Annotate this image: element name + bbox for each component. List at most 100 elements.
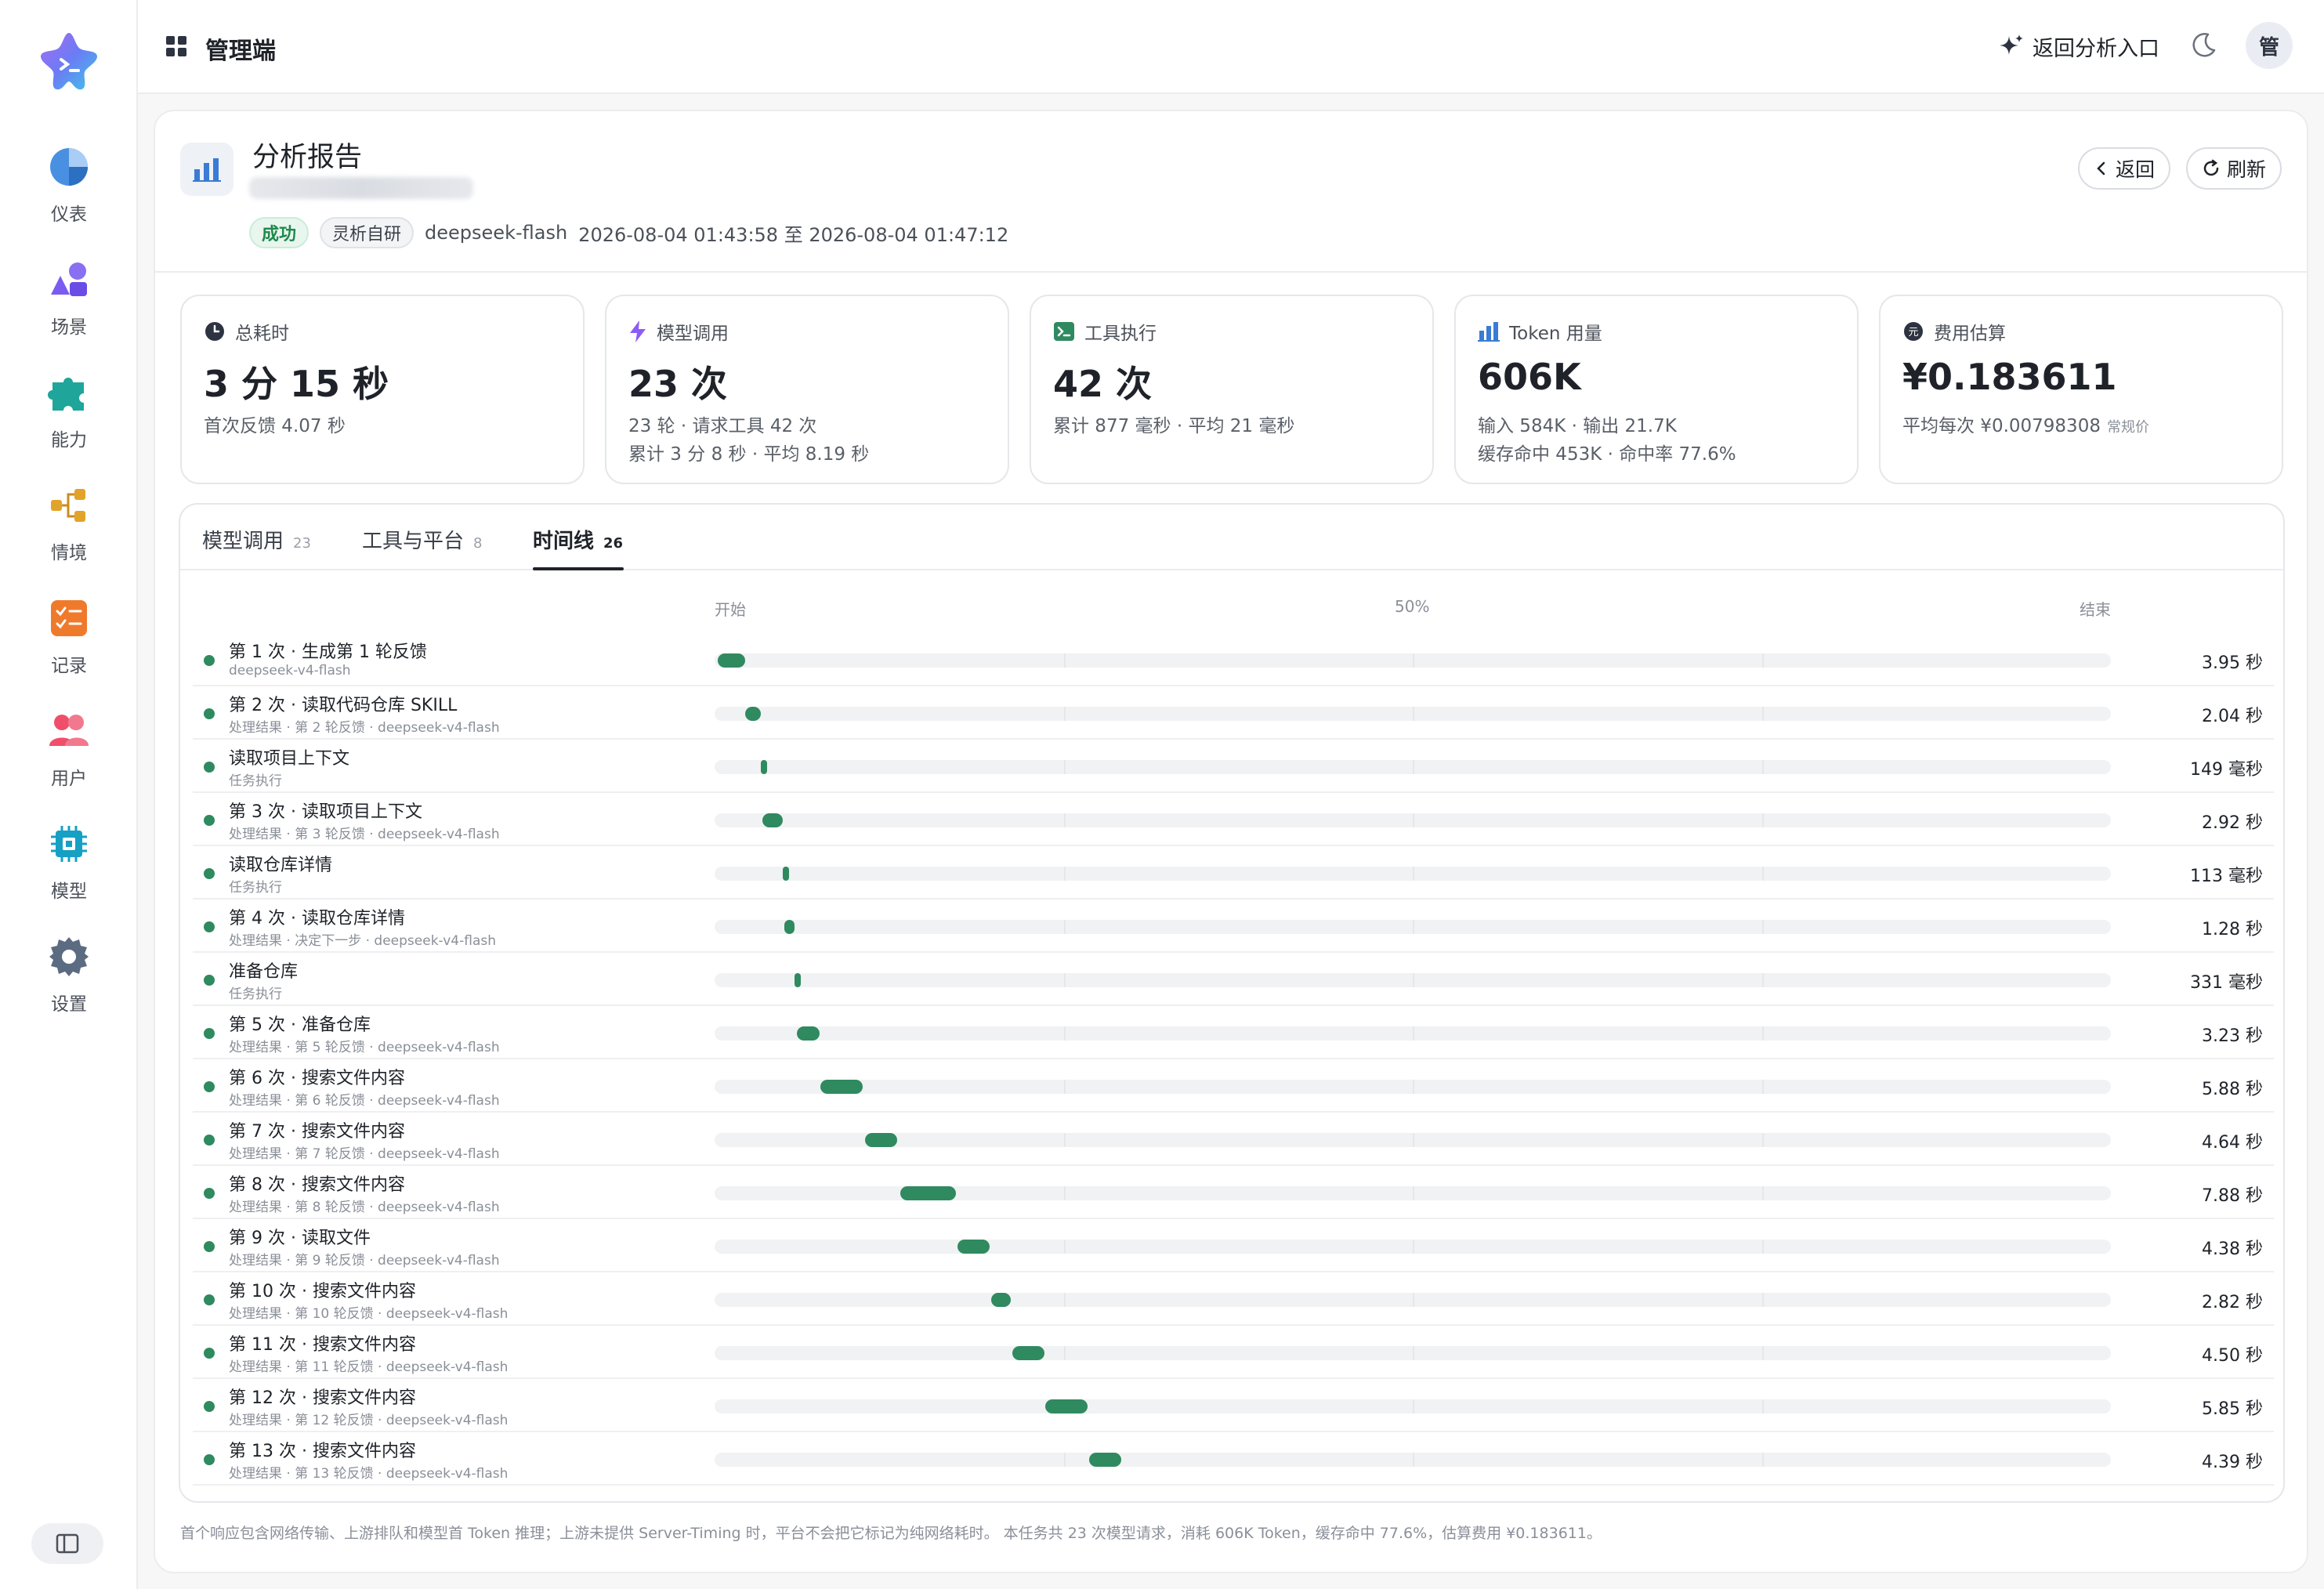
timeline-track [715, 1453, 2111, 1467]
track-gridline [1762, 707, 1764, 721]
timeline-row-subtitle: deepseek-v4-flash [229, 663, 351, 679]
timeline-row[interactable]: 第 6 次 · 搜索文件内容 处理结果 · 第 6 轮反馈 · deepseek-… [193, 1059, 2274, 1113]
track-gridline [1762, 1240, 1764, 1254]
timeline-track [715, 1240, 2111, 1254]
track-gridline [1064, 867, 1066, 881]
sidebar-item-label: 设置 [51, 994, 87, 1015]
status-dot [204, 1454, 215, 1465]
moon-icon[interactable] [2189, 31, 2217, 60]
timeline-row-subtitle: 处理结果 · 第 2 轮反馈 · deepseek-v4-flash [229, 720, 500, 736]
sidebar-item-models[interactable]: 模型 [16, 815, 122, 909]
tab-tools-platform[interactable]: 工具与平台 8 [362, 525, 482, 554]
sidebar-item-users[interactable]: 用户 [16, 702, 122, 796]
source-badge: 灵析自研 [320, 217, 414, 248]
sparkle-icon [2000, 34, 2023, 55]
timeline-bar[interactable] [745, 707, 761, 721]
redacted-subtitle [249, 177, 473, 199]
refresh-button[interactable]: 刷新 [2186, 147, 2282, 190]
track-gridline [1413, 920, 1414, 934]
timeline-row[interactable]: 第 5 次 · 准备仓库 处理结果 · 第 5 轮反馈 · deepseek-v4… [193, 1006, 2274, 1059]
sidebar-item-context[interactable]: 情境 [16, 476, 122, 570]
timeline-bar[interactable] [762, 813, 784, 827]
tab-model-calls[interactable]: 模型调用 23 [202, 525, 311, 554]
timeline-row[interactable]: 第 13 次 · 搜索文件内容 处理结果 · 第 13 轮反馈 · deepsee… [193, 1432, 2274, 1486]
timeline-row[interactable]: 第 9 次 · 读取文件 处理结果 · 第 9 轮反馈 · deepseek-v4… [193, 1219, 2274, 1272]
timeline-row-duration: 4.39 秒 [2202, 1453, 2263, 1472]
timeline-row[interactable]: 读取项目上下文 任务执行 149 毫秒 [193, 740, 2274, 793]
timeline-bar[interactable] [760, 760, 767, 774]
active-tab-indicator [533, 567, 624, 570]
timeline-bar[interactable] [797, 1026, 820, 1041]
timeline-bar[interactable] [900, 1186, 957, 1200]
timeline-row[interactable]: 第 4 次 · 读取仓库详情 处理结果 · 决定下一步 · deepseek-v4… [193, 899, 2274, 953]
track-gridline [1413, 1026, 1414, 1041]
timeline-row-duration: 4.64 秒 [2202, 1133, 2263, 1153]
timeline-bar[interactable] [990, 1293, 1011, 1307]
timeline-bar[interactable] [1045, 1399, 1088, 1413]
sidebar-item-scenes[interactable]: 场景 [16, 251, 122, 345]
status-dot [204, 762, 215, 773]
timeline-bar[interactable] [794, 973, 802, 987]
timeline-row[interactable]: 第 3 次 · 读取项目上下文 处理结果 · 第 3 轮反馈 · deepseek… [193, 793, 2274, 846]
timeline-bar[interactable] [957, 1240, 990, 1254]
timeline-row[interactable]: 第 10 次 · 搜索文件内容 处理结果 · 第 10 轮反馈 · deepsee… [193, 1272, 2274, 1326]
refresh-label: 刷新 [2227, 158, 2267, 181]
sidebar-item-label: 记录 [51, 656, 87, 676]
grid-icon[interactable] [166, 36, 186, 56]
sidebar-item-label: 情境 [51, 543, 87, 563]
tab-timeline[interactable]: 时间线 26 [533, 525, 623, 554]
stat-detail: 累计 3 分 8 秒 · 平均 8.19 秒 [628, 444, 870, 465]
timeline-row[interactable]: 第 11 次 · 搜索文件内容 处理结果 · 第 11 轮反馈 · deepsee… [193, 1326, 2274, 1379]
stat-title: 费用估算 [1934, 324, 2006, 344]
timeline-bar[interactable] [717, 653, 746, 668]
sidebar-item-records[interactable]: 记录 [16, 589, 122, 683]
pie-chart-icon [50, 148, 88, 186]
stat-value: 23 次 [628, 363, 728, 405]
timeline-row[interactable]: 准备仓库 任务执行 331 毫秒 [193, 953, 2274, 1006]
track-gridline [1762, 1346, 1764, 1360]
track-gridline [1064, 1186, 1066, 1200]
sidebar-item-abilities[interactable]: 能力 [16, 364, 122, 458]
timeline-bar[interactable] [865, 1133, 898, 1147]
timeline-track [715, 1080, 2111, 1094]
timeline-row-subtitle: 处理结果 · 第 7 轮反馈 · deepseek-v4-flash [229, 1146, 500, 1162]
timeline-panel: 模型调用 23 工具与平台 8 时间线 26 开始 50% 结束 第 1 次 · 生成… [179, 503, 2285, 1503]
back-to-analysis-button[interactable]: 返回分析入口 [1998, 27, 2159, 66]
timeline-row[interactable]: 第 2 次 · 读取代码仓库 SKILL 处理结果 · 第 2 轮反馈 · dee… [193, 686, 2274, 740]
timeline-bar[interactable] [820, 1080, 863, 1094]
timeline-row[interactable]: 第 8 次 · 搜索文件内容 处理结果 · 第 8 轮反馈 · deepseek-… [193, 1166, 2274, 1219]
timeline-row[interactable]: 第 12 次 · 搜索文件内容 处理结果 · 第 12 轮反馈 · deepsee… [193, 1379, 2274, 1432]
timeline-row[interactable]: 读取仓库详情 任务执行 113 毫秒 [193, 846, 2274, 899]
yuan-coin-icon: 元 [1904, 322, 1923, 341]
timeline-row-name: 第 4 次 · 读取仓库详情 [229, 909, 405, 928]
timeline-row[interactable]: 第 7 次 · 搜索文件内容 处理结果 · 第 7 轮反馈 · deepseek-… [193, 1113, 2274, 1166]
sidebar-item-dashboard[interactable]: 仪表 [16, 138, 122, 232]
axis-start-label: 开始 [715, 600, 746, 619]
track-gridline [1762, 973, 1764, 987]
track-gridline [1413, 867, 1414, 881]
timeline-bar[interactable] [783, 867, 790, 881]
back-button[interactable]: 返回 [2078, 147, 2171, 190]
tab-label: 时间线 [533, 530, 595, 553]
track-gridline [1762, 920, 1764, 934]
timeline-bar[interactable] [784, 920, 795, 934]
timeline-bar[interactable] [1012, 1346, 1044, 1360]
sidebar-item-settings[interactable]: 设置 [16, 928, 122, 1022]
track-gridline [1064, 1133, 1066, 1147]
stat-title: 模型调用 [657, 324, 729, 344]
timeline-row-name: 第 11 次 · 搜索文件内容 [229, 1335, 416, 1355]
stat-detail: 缓存命中 453K · 命中率 77.6% [1478, 444, 1736, 465]
tab-label: 工具与平台 [362, 530, 465, 553]
timeline-bar[interactable] [1088, 1453, 1121, 1467]
sidebar-collapse-button[interactable] [31, 1523, 103, 1564]
timeline-row-duration: 4.50 秒 [2202, 1346, 2263, 1366]
track-gridline [1064, 707, 1066, 721]
timeline-row-subtitle: 处理结果 · 第 12 轮反馈 · deepseek-v4-flash [229, 1413, 509, 1428]
avatar[interactable]: 管 [2246, 22, 2293, 69]
timeline-row[interactable]: 第 1 次 · 生成第 1 轮反馈 deepseek-v4-flash 3.95 秒 [193, 633, 2274, 686]
timeline-row-duration: 7.88 秒 [2202, 1186, 2263, 1206]
tab-count: 23 [293, 535, 311, 552]
logo-star-icon[interactable] [38, 28, 100, 91]
app-title: 管理端 [205, 38, 276, 65]
axis-end-label: 结束 [2080, 600, 2111, 619]
